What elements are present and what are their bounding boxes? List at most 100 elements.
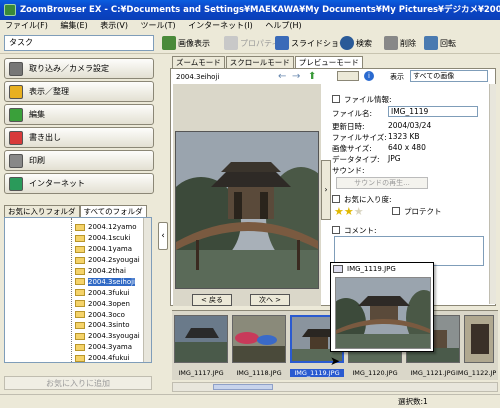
imagesize-value: 640 x 480 (388, 143, 426, 152)
filesize-value: 1323 KB (388, 132, 420, 141)
internet-button[interactable]: インターネット (4, 173, 154, 194)
datatype-label: データタイプ: (332, 155, 380, 164)
thumbnail[interactable] (174, 315, 228, 363)
thumbnail-scrollbar[interactable] (172, 382, 498, 392)
info-icon[interactable]: i (364, 71, 374, 81)
folder-tree-item[interactable]: 2004.1scuki (5, 233, 143, 244)
protect-label: プロテクト (404, 207, 442, 216)
folder-tree[interactable]: 2004.12yamo 2004.1scuki 2004.1yama 2004.2sy… (4, 217, 152, 363)
import-camera-button[interactable]: 取り込み／カメラ設定 (4, 58, 154, 79)
folder-tree-item[interactable]: 2004.1yama (5, 244, 143, 255)
internet-icon (9, 176, 23, 191)
delete-button[interactable]: 削除 (384, 34, 416, 52)
file-info-heading: ファイル情報: (332, 94, 392, 105)
folder-tree-item[interactable]: 2004.3oco (5, 309, 143, 320)
thumbnail-preview-popup: IMG_1119.JPG (330, 262, 434, 352)
folder-tree-item[interactable]: 2004.12yamo (5, 222, 143, 233)
folder-icon (75, 321, 85, 329)
tab-preview-mode[interactable]: プレビューモード (294, 56, 363, 68)
view-image-button[interactable]: 画像表示 (162, 34, 210, 52)
folder-tree-item[interactable]: 2004.2syougai (5, 255, 143, 266)
thumbnail[interactable] (232, 315, 286, 363)
folder-tree-item[interactable]: 2004.2thai (5, 266, 143, 277)
printer-icon (9, 153, 23, 168)
tree-scrollbar[interactable] (143, 218, 151, 362)
menu-edit[interactable]: 編集(E) (60, 21, 87, 30)
protect-checkbox[interactable] (392, 207, 400, 215)
folder-icon (9, 84, 23, 99)
filename-label: ファイル名: (332, 109, 373, 118)
slideshow-icon (275, 36, 289, 50)
filesize-label: ファイルサイズ: (332, 133, 387, 142)
tab-all-folders[interactable]: すべてのフォルダ (79, 205, 147, 217)
forward-arrow-icon[interactable]: → (292, 71, 300, 82)
thumbnail-label: IMG_1122.JPG (456, 369, 496, 377)
sort-dropdown[interactable] (337, 71, 359, 81)
preview-photo (175, 131, 319, 289)
favorite-stars[interactable]: ★★★ (334, 205, 364, 218)
imagesize-label: 画像サイズ: (332, 144, 372, 153)
rotate-button[interactable]: 回転 (424, 34, 456, 52)
display-label: 表示 (390, 73, 404, 81)
thumbnail[interactable] (464, 315, 494, 363)
search-button[interactable]: 検索 (340, 34, 372, 52)
trash-icon (384, 36, 398, 50)
export-icon (9, 130, 23, 145)
menu-internet[interactable]: インターネット(I) (188, 21, 253, 30)
folder-tree-item[interactable]: 2004.3sinto (5, 320, 143, 331)
section-toggle-icon[interactable] (332, 95, 340, 103)
next-button[interactable]: 次へ > (250, 294, 290, 306)
folder-icon (75, 234, 85, 242)
up-folder-icon[interactable]: ⬆ (308, 71, 316, 82)
camera-icon (9, 61, 23, 76)
star-empty-icon[interactable]: ★ (354, 205, 364, 218)
menu-view[interactable]: 表示(V) (100, 21, 128, 30)
properties-button[interactable]: プロパティ (224, 34, 280, 52)
folder-tree-item[interactable]: 2004.4fukui (5, 353, 143, 362)
scrollbar-thumb[interactable] (213, 384, 273, 390)
folder-tree-item[interactable]: 2004.3syougai (5, 331, 143, 342)
folder-tree-item[interactable]: 2004.3yama (5, 342, 143, 353)
edit-icon (9, 107, 23, 122)
folder-icon (75, 354, 85, 362)
mode-tabs: ズームモード スクロールモード プレビューモード (172, 56, 364, 68)
folder-icon (75, 245, 85, 253)
panel-collapse-button[interactable]: ‹ (158, 222, 168, 250)
back-arrow-icon[interactable]: ← (278, 71, 286, 82)
star-filled-icon[interactable]: ★ (344, 205, 354, 218)
menu-tools[interactable]: ツール(T) (141, 21, 176, 30)
tab-favorite-folders[interactable]: お気に入りフォルダ (4, 205, 80, 217)
popup-image (335, 277, 431, 349)
window-title: ZoomBrowser EX - C:¥Documents and Settin… (0, 0, 500, 20)
folder-tree-item[interactable]: 2004.3open (5, 298, 143, 309)
thumbnail-label: IMG_1118.JPG (236, 369, 282, 377)
task-combo[interactable]: タスク (4, 35, 154, 51)
file-info-panel: ファイル情報: ファイル名: IMG_1119 更新日時: 2004/03/24… (328, 86, 490, 266)
export-button[interactable]: 書き出し (4, 127, 154, 148)
tab-zoom-mode[interactable]: ズームモード (172, 56, 225, 68)
menu-help[interactable]: ヘルプ(H) (265, 21, 301, 30)
folder-icon (75, 267, 85, 275)
slideshow-button[interactable]: スライドショー (275, 34, 347, 52)
datatype-value: JPG (388, 154, 401, 163)
view-organize-button[interactable]: 表示／整理 (4, 81, 154, 102)
folder-tree-item[interactable]: 2004.3fukui (5, 287, 143, 298)
image-filter-select[interactable]: すべての画像 (410, 70, 488, 82)
prev-button[interactable]: < 戻る (192, 294, 232, 306)
search-icon (340, 36, 354, 50)
sound-label: サウンド: (332, 166, 365, 175)
folder-icon (75, 289, 85, 297)
folder-tree-item[interactable]: 2004.3seihoji (5, 276, 143, 287)
star-filled-icon[interactable]: ★ (334, 205, 344, 218)
info-scrollbar[interactable] (489, 84, 496, 304)
filename-field[interactable]: IMG_1119 (388, 106, 478, 117)
tab-scroll-mode[interactable]: スクロールモード (225, 56, 294, 68)
modified-value: 2004/03/24 (388, 121, 432, 130)
add-to-favorites-button[interactable]: お気に入りに追加 (4, 376, 152, 390)
play-sound-button[interactable]: サウンドの再生... (336, 177, 428, 189)
print-button[interactable]: 印刷 (4, 150, 154, 171)
edit-button[interactable]: 編集 (4, 104, 154, 125)
folder-icon (75, 343, 85, 351)
menu-file[interactable]: ファイル(F) (5, 21, 48, 30)
favorites-heading: お気に入り度: (332, 194, 392, 205)
